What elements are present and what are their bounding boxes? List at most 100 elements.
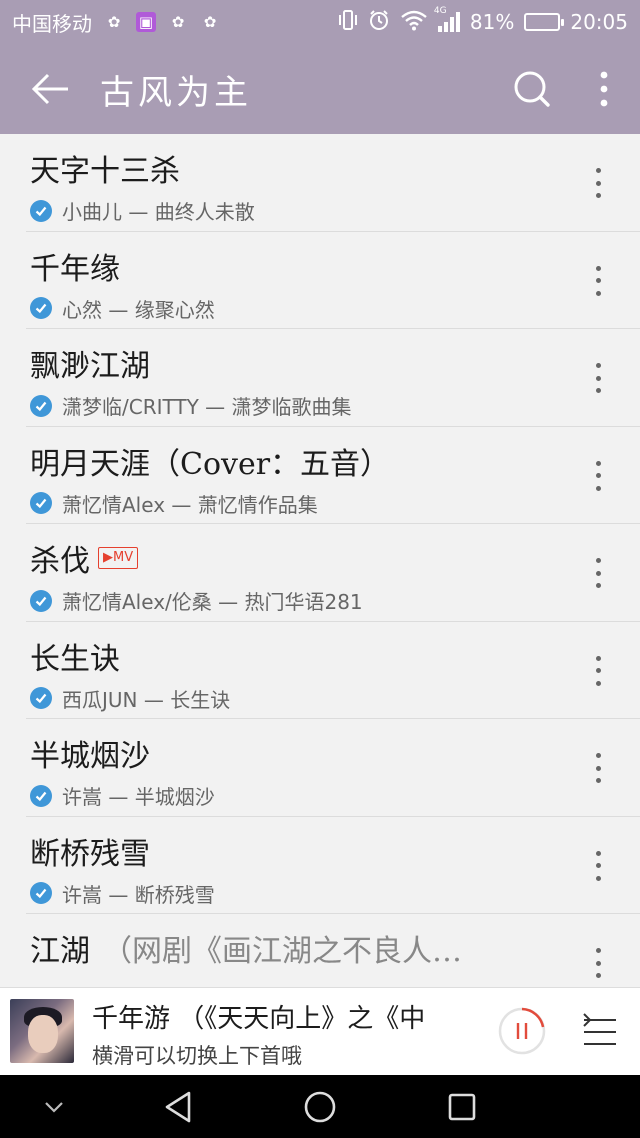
song-row[interactable]: 江湖 （网剧《画江湖之不良人… (26, 914, 640, 987)
back-arrow-icon (31, 73, 68, 105)
album-cover[interactable] (10, 999, 74, 1063)
pause-button[interactable] (497, 1006, 547, 1056)
gallery-notification-icon: ▣ (136, 12, 156, 32)
artist-album-label: 潇梦临/CRITTY — 潇梦临歌曲集 (62, 395, 352, 419)
artist-album-label: 心然 — 缘聚心然 (62, 297, 215, 322)
song-title: 长生诀 (30, 634, 120, 678)
song-title-text: 杀伐 (30, 544, 90, 579)
playlist-icon (583, 1013, 616, 1045)
song-title: 千年缘 (30, 244, 120, 288)
song-subtitle: 许嵩 — 断桥残雪 (30, 879, 215, 908)
artist-album-label: 萧忆情Alex — 萧忆情作品集 (62, 492, 318, 517)
mv-badge[interactable]: ▶MV (98, 547, 139, 569)
clock: 20:05 (570, 10, 628, 34)
more-vertical-icon (600, 71, 608, 107)
cell-signal-icon: 4G (434, 6, 460, 32)
song-row[interactable]: 明月天涯（Cover：五音） 萧忆情Alex — 萧忆情作品集 (26, 427, 640, 524)
network-type-label: 4G (433, 6, 447, 16)
downloaded-check-icon (30, 199, 52, 222)
system-nav-bar (0, 1075, 640, 1138)
song-title-text: 断桥残雪 (30, 836, 150, 872)
downloaded-check-icon (30, 589, 52, 612)
now-playing-bar[interactable]: 千年游 （《天天向上》之《中 横滑可以切换上下首哦 (0, 987, 640, 1075)
song-list[interactable]: 天字十三杀小曲儿 — 曲终人未散千年缘心然 — 缘聚心然飘渺江湖潇梦临/CRIT… (0, 134, 640, 987)
notification-icon: ✿ (171, 13, 185, 31)
downloaded-check-icon (30, 687, 52, 709)
song-more-button[interactable] (586, 655, 610, 686)
song-title: 半城烟沙 (30, 731, 150, 775)
alarm-icon (368, 9, 390, 36)
swipe-hint: 横滑可以切换上下首哦 (92, 1044, 302, 1068)
song-more-button[interactable] (586, 753, 610, 783)
song-more-button[interactable] (586, 168, 610, 198)
artist-album-label: 许嵩 — 断桥残雪 (62, 882, 215, 907)
triangle-back-icon (165, 1091, 191, 1122)
song-title-text: 江湖 (30, 934, 90, 969)
artist-album-label: 西瓜JUN — 长生诀 (62, 687, 231, 712)
downloaded-check-icon (30, 394, 52, 417)
song-subtitle: 潇梦临/CRITTY — 潇梦临歌曲集 (30, 391, 352, 420)
artist-album-label: 萧忆情Alex/伦桑 — 热门华语281 (62, 590, 363, 614)
song-title: 断桥残雪 (30, 829, 150, 873)
app-bar: 古风为主 (0, 44, 640, 134)
search-icon (514, 71, 550, 107)
song-row[interactable]: 断桥残雪许嵩 — 断桥残雪 (26, 817, 640, 914)
search-button[interactable] (496, 44, 568, 134)
downloaded-check-icon (30, 784, 52, 807)
page-title: 古风为主 (100, 72, 252, 113)
back-button[interactable] (0, 44, 100, 134)
song-more-button[interactable] (586, 948, 610, 978)
notification-icon: ✿ (203, 13, 217, 31)
song-title-text: 飘渺江湖 (30, 349, 150, 384)
song-title: 明月天涯（Cover：五音） (30, 439, 390, 483)
song-title: 天字十三杀 (30, 146, 180, 190)
song-title-tail: （网剧《画江湖之不良人… (102, 934, 462, 969)
hide-nav-button[interactable] (30, 1075, 78, 1138)
song-title-text: 天字十三杀 (30, 154, 180, 189)
status-bar: 中国移动 ✿ ▣ ✿ ✿ 4G 81% 20:05 (0, 0, 640, 44)
song-subtitle: 小曲儿 — 曲终人未散 (30, 196, 255, 225)
song-subtitle: 许嵩 — 半城烟沙 (30, 781, 215, 810)
song-title: 飘渺江湖 (30, 341, 150, 385)
song-subtitle: 萧忆情Alex — 萧忆情作品集 (30, 489, 318, 518)
song-subtitle: 西瓜JUN — 长生诀 (30, 684, 230, 713)
wifi-icon (400, 9, 428, 36)
song-title-text: 千年缘 (30, 251, 120, 287)
nav-back-button[interactable] (154, 1075, 202, 1138)
home-circle-icon (304, 1091, 336, 1122)
battery-percent: 81% (469, 10, 515, 34)
song-subtitle: 心然 — 缘聚心然 (30, 294, 215, 323)
chevron-down-icon (45, 1101, 63, 1113)
song-row[interactable]: 半城烟沙许嵩 — 半城烟沙 (26, 719, 640, 817)
now-playing-title: 千年游 （《天天向上》之《中 (92, 1004, 426, 1034)
song-title-text: 明月天涯（Cover：五音） (30, 446, 391, 482)
song-title-text: 长生诀 (30, 641, 120, 677)
nav-home-button[interactable] (296, 1075, 344, 1138)
battery-icon (524, 13, 565, 31)
overflow-menu-button[interactable] (568, 44, 640, 134)
downloaded-check-icon (30, 492, 52, 514)
song-row[interactable]: 长生诀西瓜JUN — 长生诀 (26, 622, 640, 719)
song-more-button[interactable] (586, 558, 610, 588)
song-more-button[interactable] (586, 265, 610, 296)
downloaded-check-icon (30, 297, 52, 319)
song-row[interactable]: 飘渺江湖潇梦临/CRITTY — 潇梦临歌曲集 (26, 329, 640, 427)
cover-art-detail (28, 1015, 58, 1053)
playlist-queue-button[interactable] (580, 1012, 620, 1052)
vibrate-icon (338, 9, 358, 36)
pause-icon (498, 1007, 546, 1055)
notification-icon: ✿ (107, 13, 121, 31)
recents-square-icon (448, 1093, 476, 1120)
nav-recents-button[interactable] (438, 1075, 486, 1138)
song-more-button[interactable] (586, 850, 610, 881)
song-more-button[interactable] (586, 460, 610, 491)
artist-album-label: 许嵩 — 半城烟沙 (62, 785, 215, 809)
song-row[interactable]: 天字十三杀小曲儿 — 曲终人未散 (26, 134, 640, 232)
downloaded-check-icon (30, 882, 52, 904)
song-subtitle: 萧忆情Alex/伦桑 — 热门华语281 (30, 586, 363, 615)
song-row[interactable]: 杀伐 ▶MV 萧忆情Alex/伦桑 — 热门华语281 (26, 524, 640, 622)
carrier-label: 中国移动 (12, 11, 92, 36)
song-more-button[interactable] (586, 363, 610, 393)
song-title: 江湖 （网剧《画江湖之不良人… (30, 926, 462, 970)
song-row[interactable]: 千年缘心然 — 缘聚心然 (26, 232, 640, 329)
